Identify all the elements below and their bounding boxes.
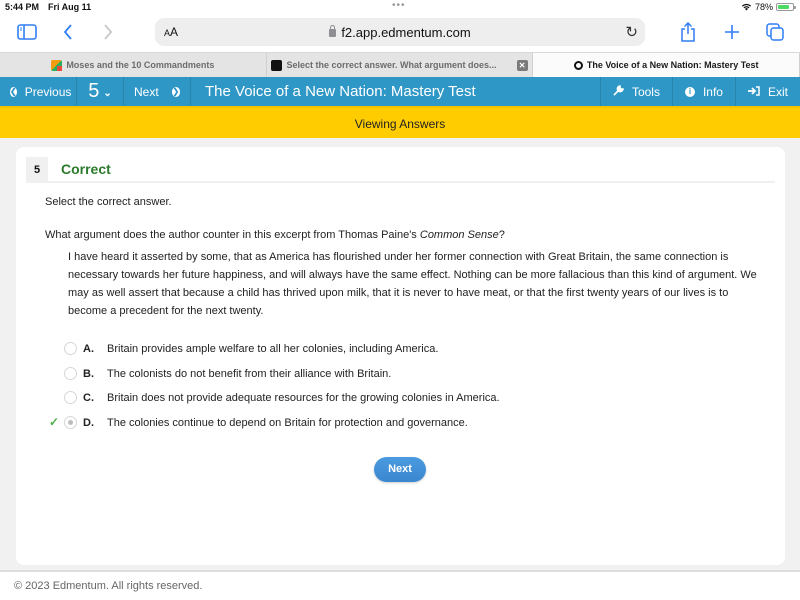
info-icon: i — [684, 86, 695, 97]
exit-label: Exit — [767, 84, 788, 99]
arrow-right-circle-icon: ❯ — [171, 86, 180, 97]
favicon-icon — [51, 59, 63, 71]
next-button[interactable]: Next — [374, 457, 426, 482]
tools-button[interactable]: Tools — [599, 77, 672, 106]
browser-tab-active[interactable]: The Voice of a New Nation: Mastery Test — [533, 53, 800, 77]
tab-overview-icon[interactable] — [764, 20, 786, 44]
radio-button[interactable] — [64, 342, 77, 355]
arrow-left-circle-icon: ❮ — [10, 86, 17, 97]
instruction-text: Select the correct answer. — [45, 196, 172, 208]
test-nav-bar: ❮ Previous 5 ⌄ Next ❯ The Voice of a New… — [0, 77, 800, 106]
forward-icon[interactable] — [100, 20, 116, 44]
test-title: The Voice of a New Nation: Mastery Test — [205, 83, 476, 100]
tab-label: Moses and the 10 Commandments — [66, 60, 215, 70]
prompt-text: What argument does the author counter in… — [45, 229, 420, 241]
lock-icon — [329, 25, 337, 37]
copyright-text: © 2023 Edmentum. All rights reserved. — [14, 580, 203, 592]
previous-label: Previous — [24, 84, 72, 99]
chevron-down-icon: ⌄ — [103, 88, 112, 99]
status-bar: 5:44 PM Fri Aug 11 ••• 78% — [0, 0, 800, 16]
option-text: The colonies continue to depend on Brita… — [107, 416, 468, 429]
tab-label: The Voice of a New Nation: Mastery Test — [586, 60, 759, 70]
radio-button-selected[interactable] — [64, 415, 77, 429]
main-content: 5 Correct Select the correct answer. Wha… — [0, 138, 800, 570]
footer: © 2023 Edmentum. All rights reserved. — [0, 570, 800, 600]
question-header: 5 Correct — [26, 157, 775, 183]
option-text: Britain provides ample welfare to all he… — [107, 343, 439, 355]
answer-status: Correct — [61, 161, 111, 177]
url-text: f2.app.edmentum.com — [341, 25, 471, 40]
info-label: Info — [702, 84, 723, 99]
prompt-end: ? — [498, 229, 505, 241]
reload-icon[interactable]: ↻ — [625, 23, 638, 41]
sidebar-toggle-icon[interactable] — [16, 20, 38, 44]
viewing-answers-banner: Viewing Answers — [0, 106, 800, 138]
favicon-icon — [271, 59, 283, 71]
exit-button[interactable]: Exit — [734, 77, 800, 106]
status-time: 5:44 PM — [5, 2, 40, 12]
back-icon[interactable] — [60, 20, 76, 44]
multitask-dots-icon[interactable]: ••• — [392, 0, 406, 11]
close-tab-icon[interactable]: ✕ — [516, 59, 528, 71]
question-prompt: What argument does the author counter in… — [45, 229, 505, 241]
excerpt-text: I have heard it asserted by some, that a… — [68, 251, 757, 317]
option-letter: D. — [83, 416, 94, 429]
share-icon[interactable] — [678, 20, 698, 44]
tools-label: Tools — [631, 84, 660, 99]
previous-button[interactable]: ❮ Previous — [0, 77, 77, 106]
browser-tabs: Moses and the 10 Commandments Select the… — [0, 52, 800, 77]
battery-icon — [776, 3, 796, 11]
browser-tab[interactable]: Select the correct answer. What argument… — [267, 53, 534, 77]
status-date: Fri Aug 11 — [48, 2, 92, 12]
info-button[interactable]: i Info — [671, 77, 735, 106]
exit-icon — [747, 85, 760, 99]
question-number-badge: 5 — [26, 157, 48, 183]
question-number: 5 — [88, 80, 100, 102]
address-bar[interactable]: AA f2.app.edmentum.com ↻ — [155, 18, 645, 46]
option-letter: B. — [83, 367, 94, 380]
option-letter: A. — [83, 343, 94, 355]
browser-toolbar: AA f2.app.edmentum.com ↻ — [0, 16, 800, 50]
radio-button[interactable] — [64, 366, 77, 380]
wrench-icon — [613, 84, 624, 99]
tab-label: Select the correct answer. What argument… — [286, 60, 497, 70]
next-nav-button[interactable]: Next ❯ — [124, 77, 191, 106]
next-label: Next — [134, 84, 159, 99]
checkmark-icon: ✓ — [49, 414, 60, 429]
question-card: 5 Correct Select the correct answer. Wha… — [16, 147, 785, 565]
option-text: Britain does not provide adequate resour… — [107, 392, 500, 404]
battery-percent: 78% — [754, 2, 773, 12]
radio-button[interactable] — [64, 391, 77, 404]
wifi-icon — [741, 3, 752, 11]
new-tab-icon[interactable] — [722, 20, 742, 44]
question-selector[interactable]: 5 ⌄ — [77, 77, 124, 106]
favicon-icon — [573, 60, 583, 70]
browser-tab[interactable]: Moses and the 10 Commandments — [0, 53, 267, 77]
option-text: The colonists do not benefit from their … — [107, 367, 392, 380]
prompt-title: Common Sense — [419, 229, 499, 241]
option-letter: C. — [83, 392, 94, 404]
